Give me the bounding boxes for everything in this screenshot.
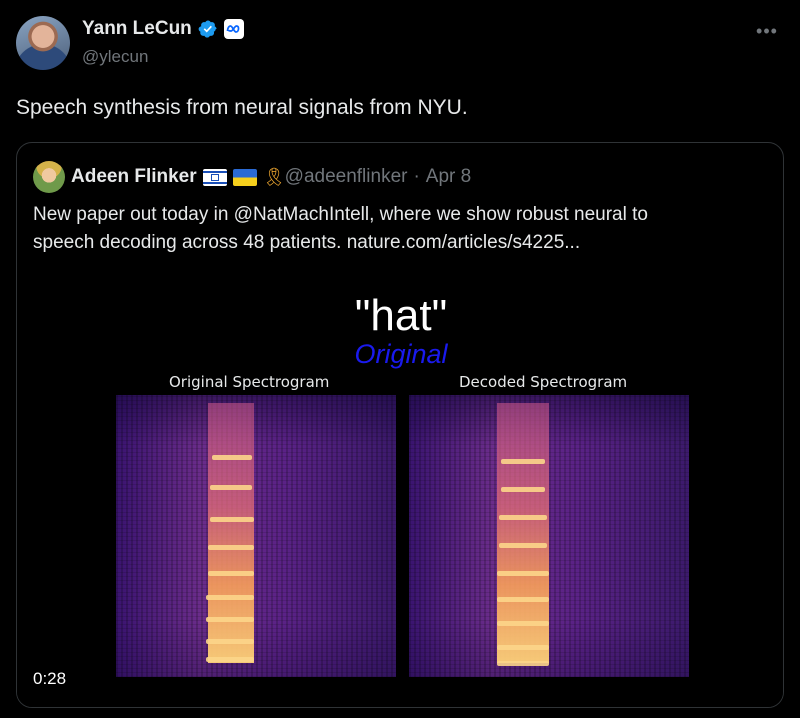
meta-affiliation-icon[interactable] [223, 19, 244, 39]
quoted-avatar[interactable] [33, 161, 65, 193]
author-avatar[interactable] [16, 16, 70, 70]
quoted-text-line-2: speech decoding across 48 patients. natu… [33, 232, 581, 253]
quoted-handle[interactable]: @adeenflinker [285, 166, 408, 188]
israel-flag-icon [202, 168, 227, 186]
more-icon[interactable]: ••• [750, 14, 784, 48]
quoted-separator: · [413, 166, 420, 187]
tweet-text: Speech synthesis from neural signals fro… [16, 96, 468, 119]
verified-badge-icon [198, 20, 217, 38]
media-subtitle: Original [354, 339, 448, 369]
quoted-text-line-1: New paper out today in @NatMachIntell, w… [33, 204, 648, 225]
quoted-display-name[interactable]: Adeen Flinker [71, 166, 197, 188]
author-name-row: Yann LeCun [82, 18, 244, 40]
quoted-header: Adeen Flinker 🎗 @adeenflinker · Apr 8 [33, 161, 471, 193]
decoded-spectrogram-label: Decoded Spectrogram [459, 373, 628, 391]
original-spectrogram [116, 395, 396, 677]
decoded-spectrogram [409, 395, 689, 677]
author-handle[interactable]: @ylecun [82, 47, 148, 67]
quoted-date[interactable]: Apr 8 [426, 166, 471, 188]
video-player[interactable]: "hat" Original Original Spectrogram Deco… [17, 267, 783, 707]
quoted-text: New paper out today in @NatMachIntell, w… [33, 201, 753, 257]
tweet-header: Yann LeCun @ylecun ••• [16, 14, 784, 74]
author-display-name[interactable]: Yann LeCun [82, 18, 192, 40]
media-word: "hat" [354, 291, 448, 340]
ribbon-icon: 🎗 [262, 167, 286, 187]
original-spectrogram-label: Original Spectrogram [169, 373, 330, 391]
video-timestamp: 0:28 [33, 669, 67, 688]
ukraine-flag-icon [232, 168, 257, 186]
quoted-tweet[interactable]: Adeen Flinker 🎗 @adeenflinker · Apr 8 Ne… [16, 142, 784, 708]
